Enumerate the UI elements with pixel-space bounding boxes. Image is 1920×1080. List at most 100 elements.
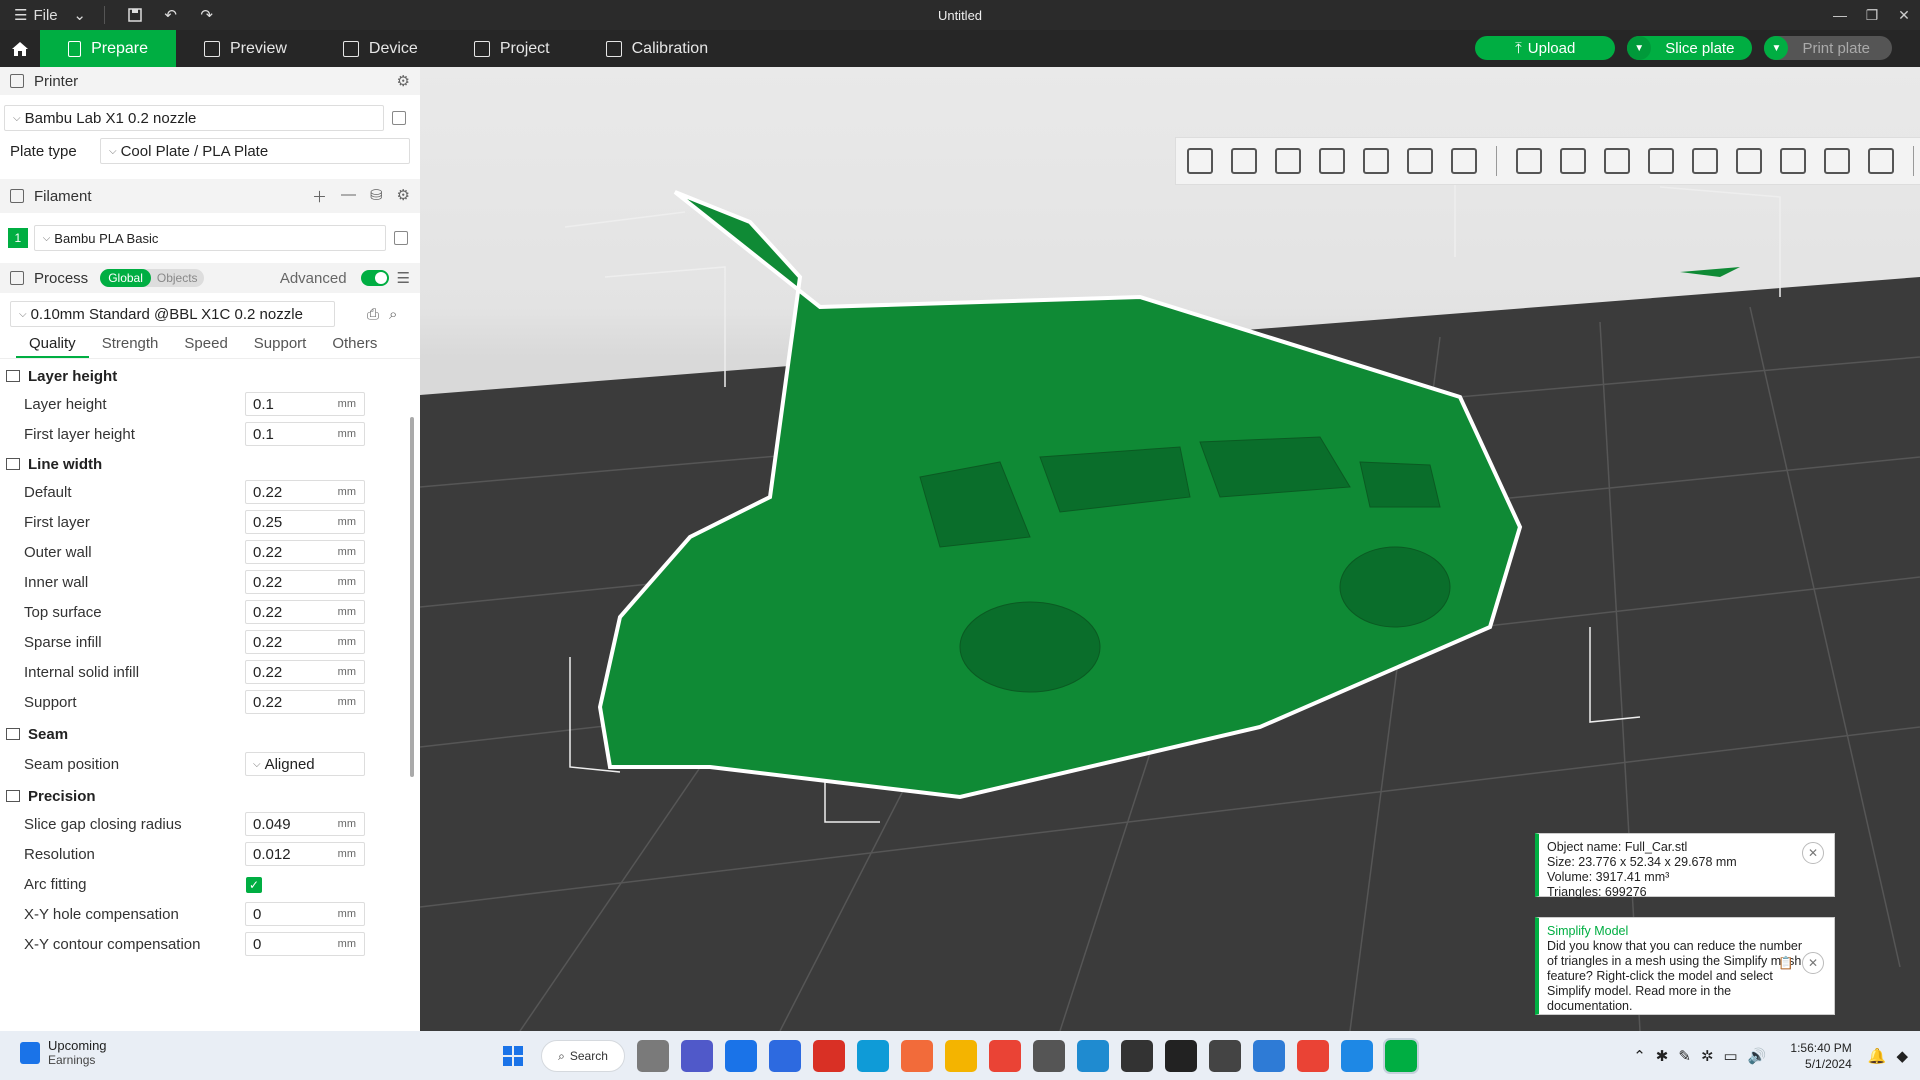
edge-icon[interactable] <box>857 1040 889 1072</box>
default-width-input[interactable]: 0.22 mm <box>245 480 365 504</box>
auto-orient-icon[interactable] <box>1270 143 1306 179</box>
redo-icon[interactable]: ↷ <box>189 0 225 30</box>
tab-others[interactable]: Others <box>319 335 390 358</box>
seam-position-select[interactable]: ⌵ Aligned <box>245 752 365 776</box>
tab-preview[interactable]: Preview <box>176 30 315 67</box>
save-preset-icon[interactable]: ⎙ <box>367 306 379 323</box>
bluetooth-icon[interactable]: ✲ <box>1701 1047 1714 1065</box>
chrome-icon[interactable] <box>989 1040 1021 1072</box>
filament-select[interactable]: ⌵ Bambu PLA Basic <box>33 225 387 251</box>
notification-bell-icon[interactable]: 🔔 <box>1868 1047 1887 1065</box>
scale-icon[interactable] <box>1599 143 1635 179</box>
mail-icon[interactable] <box>725 1040 757 1072</box>
app-icon[interactable] <box>1033 1040 1065 1072</box>
tab-calibration[interactable]: Calibration <box>578 30 736 67</box>
chevron-down-icon[interactable]: ▼ <box>1627 36 1652 60</box>
plate-p-icon[interactable] <box>1402 143 1438 179</box>
sync-icon[interactable]: ⛁ <box>370 186 383 207</box>
first-layer-height-input[interactable]: 0.1 mm <box>245 422 365 446</box>
undo-icon[interactable]: ↶ <box>153 0 189 30</box>
clipboard-icon[interactable]: 📋 <box>1778 956 1794 971</box>
chevron-down-icon[interactable]: ▼ <box>1764 36 1789 60</box>
xy-contour-input[interactable]: 0 mm <box>245 932 365 956</box>
home-icon[interactable] <box>0 30 40 67</box>
slice-gap-input[interactable]: 0.049 mm <box>245 812 365 836</box>
tab-quality[interactable]: Quality <box>16 335 89 358</box>
maya-icon[interactable] <box>1077 1040 1109 1072</box>
3d-viewport[interactable]: Object name: Full_Car.stl Size: 23.776 x… <box>420 67 1920 1031</box>
printer-select[interactable]: ⌵ Bambu Lab X1 0.2 nozzle <box>4 105 384 131</box>
move-icon[interactable] <box>1511 143 1547 179</box>
add-object-icon[interactable] <box>1182 143 1218 179</box>
advanced-toggle[interactable] <box>360 270 389 286</box>
objects-option[interactable]: Objects <box>151 271 204 285</box>
chevron-down-icon[interactable]: ⌄ <box>68 0 92 30</box>
tab-device[interactable]: Device <box>315 30 446 67</box>
sparse-infill-width-input[interactable]: 0.22 mm <box>245 630 365 654</box>
gear-icon[interactable]: ⚙ <box>397 186 410 207</box>
cut-icon[interactable] <box>1687 143 1723 179</box>
close-icon[interactable]: ✕ <box>1802 842 1824 864</box>
close-icon[interactable]: ✕ <box>1802 952 1824 974</box>
unity-icon[interactable] <box>1209 1040 1241 1072</box>
tab-project[interactable]: Project <box>446 30 578 67</box>
close-icon[interactable]: ✕ <box>1888 0 1920 30</box>
app-icon[interactable] <box>1253 1040 1285 1072</box>
tab-prepare[interactable]: Prepare <box>40 30 176 67</box>
upload-button[interactable]: ⤒ Upload <box>1475 36 1616 60</box>
print-plate-button[interactable]: ▼ Print plate <box>1764 36 1892 60</box>
remove-icon[interactable]: — <box>341 186 356 207</box>
seam-paint-icon[interactable] <box>1819 143 1855 179</box>
task-view-icon[interactable] <box>637 1040 669 1072</box>
taskbar-search[interactable]: ⌕ Search <box>541 1040 625 1072</box>
copilot-icon[interactable]: ◆ <box>1896 1047 1908 1065</box>
support-width-input[interactable]: 0.22 mm <box>245 690 365 714</box>
rotate-icon[interactable] <box>1555 143 1591 179</box>
tray-app-icon[interactable]: ✎ <box>1678 1047 1691 1065</box>
tab-speed[interactable]: Speed <box>171 335 240 358</box>
edit-icon[interactable] <box>392 111 406 125</box>
global-option[interactable]: Global <box>100 269 151 287</box>
tab-support[interactable]: Support <box>241 335 320 358</box>
process-scope-toggle[interactable]: Global Objects <box>100 269 204 287</box>
minimize-icon[interactable]: — <box>1824 0 1856 30</box>
network-icon[interactable]: ▭ <box>1724 1047 1738 1065</box>
chevron-up-icon[interactable]: ⌃ <box>1633 1047 1646 1065</box>
settings-scrollbar[interactable] <box>410 417 414 777</box>
plate-type-select[interactable]: ⌵ Cool Plate / PLA Plate <box>100 138 410 164</box>
layers-view-icon[interactable] <box>1446 143 1482 179</box>
app-icon[interactable] <box>1121 1040 1153 1072</box>
bambu-studio-icon[interactable] <box>1383 1038 1419 1074</box>
add-icon[interactable]: ＋ <box>312 186 327 207</box>
process-preset-select[interactable]: ⌵ 0.10mm Standard @BBL X1C 0.2 nozzle <box>10 301 335 327</box>
top-surface-width-input[interactable]: 0.22 mm <box>245 600 365 624</box>
grid-arrange-icon[interactable] <box>1226 143 1262 179</box>
xy-hole-input[interactable]: 0 mm <box>245 902 365 926</box>
volume-icon[interactable]: 🔊 <box>1748 1047 1767 1065</box>
widgets-button[interactable]: Upcoming Earnings <box>20 1038 107 1067</box>
gear-icon[interactable]: ⚙ <box>397 72 410 90</box>
windows-start-icon[interactable] <box>497 1040 529 1072</box>
internal-solid-infill-width-input[interactable]: 0.22 mm <box>245 660 365 684</box>
lay-on-face-icon[interactable] <box>1643 143 1679 179</box>
plate-0-icon[interactable] <box>1358 143 1394 179</box>
tab-strength[interactable]: Strength <box>89 335 172 358</box>
app-icon[interactable] <box>1341 1040 1373 1072</box>
chrome-icon[interactable] <box>1297 1040 1329 1072</box>
resolution-input[interactable]: 0.012 mm <box>245 842 365 866</box>
edit-icon[interactable] <box>394 231 408 245</box>
boolean-icon[interactable] <box>1731 143 1767 179</box>
support-paint-icon[interactable] <box>1775 143 1811 179</box>
outer-wall-width-input[interactable]: 0.22 mm <box>245 540 365 564</box>
brave-icon[interactable] <box>901 1040 933 1072</box>
list-icon[interactable]: ☰ <box>397 269 410 287</box>
slice-plate-button[interactable]: ▼ Slice plate <box>1627 36 1753 60</box>
text-icon[interactable] <box>1863 143 1899 179</box>
save-icon[interactable] <box>117 0 153 30</box>
search-icon[interactable]: ⌕ <box>389 306 397 323</box>
arrange-icon[interactable] <box>1314 143 1350 179</box>
epic-games-icon[interactable] <box>1165 1040 1197 1072</box>
clock[interactable]: 1:56:40 PM 5/1/2024 <box>1790 1040 1851 1072</box>
file-explorer-icon[interactable] <box>945 1040 977 1072</box>
file-menu-button[interactable]: ☰ File <box>0 0 68 30</box>
